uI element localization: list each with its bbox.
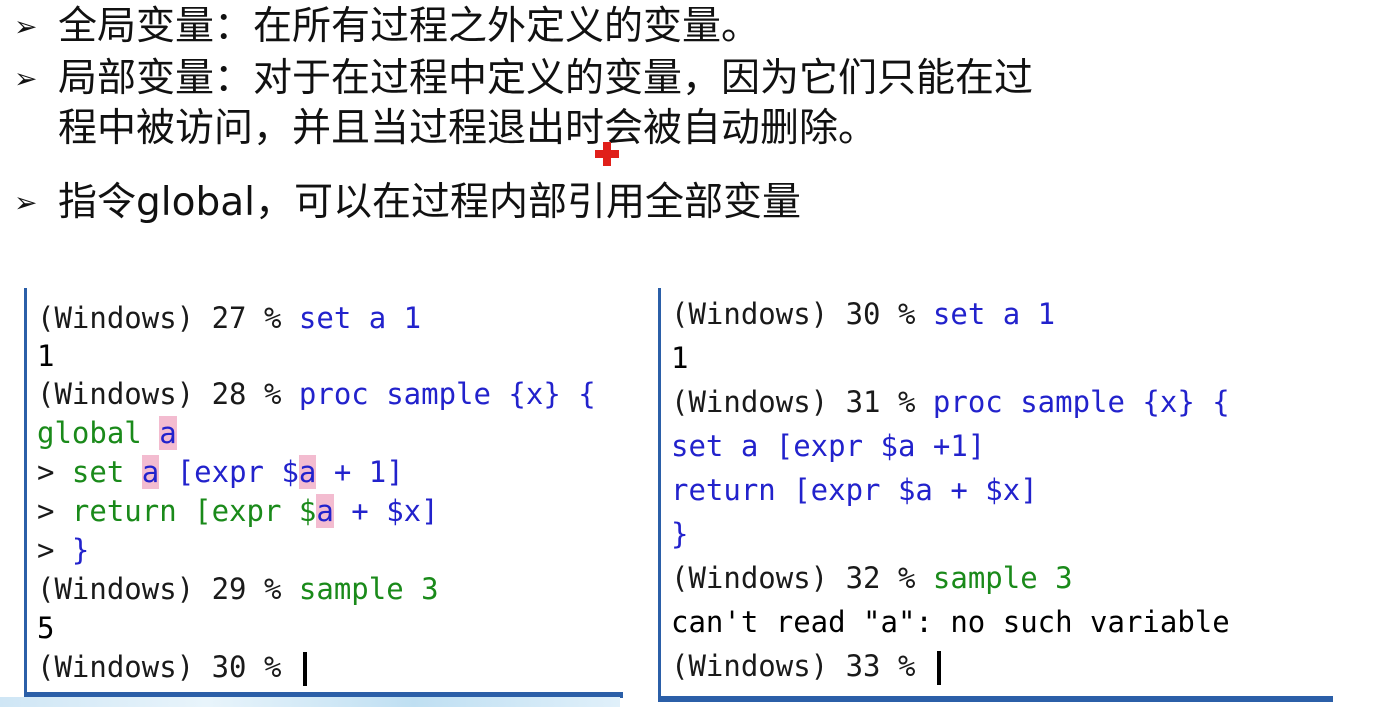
console-prompt: (Windows) 31 %	[671, 385, 933, 419]
console-prompt: (Windows) 29 %	[37, 572, 299, 606]
console-line: (Windows) 31 % proc sample {x} {	[671, 384, 1230, 420]
console-line: (Windows) 27 % set a 1	[37, 300, 421, 336]
console-keyword: return [expr $	[71, 494, 317, 528]
console-command: sample 3	[932, 561, 1073, 595]
console-prompt: (Windows) 30 %	[671, 297, 933, 331]
console-line: (Windows) 32 % sample 3	[671, 560, 1073, 596]
console-line: (Windows) 30 % set a 1	[671, 296, 1055, 332]
highlighted-variable: a	[141, 455, 160, 489]
console-line: global a	[37, 415, 177, 451]
console-line: }	[671, 516, 688, 552]
console-keyword: set	[71, 455, 142, 489]
console-prompt: (Windows) 28 %	[37, 377, 299, 411]
console-command: sample 3	[298, 572, 439, 606]
console-command: proc sample {x} {	[298, 377, 596, 411]
console-prompt: (Windows) 33 %	[671, 649, 933, 683]
console-command: }	[71, 533, 90, 567]
console-line: set a [expr $a +1]	[671, 428, 985, 464]
console-keyword: global	[37, 416, 160, 450]
console-continuation: >	[37, 533, 72, 567]
highlighted-variable: a	[159, 416, 177, 450]
highlighted-variable: a	[298, 455, 317, 489]
console-command: set a 1	[298, 301, 422, 335]
console-prompt: (Windows) 32 %	[671, 561, 933, 595]
bullet-text: 全局变量：在所有过程之外定义的变量。	[58, 4, 761, 49]
console-command: set a 1	[932, 297, 1056, 331]
console-command: }	[671, 517, 689, 551]
bullet-text: 局部变量：对于在过程中定义的变量，因为它们只能在过 程中被访问，并且当过程退出时会…	[58, 54, 1033, 154]
console-line: 5	[37, 610, 54, 646]
console-output: 1	[671, 341, 689, 375]
console-command: [expr $	[159, 455, 299, 489]
console-line: 1	[671, 340, 688, 376]
console-continuation: >	[37, 494, 72, 528]
console-output: 1	[37, 339, 55, 373]
console-line: > set a [expr $a + 1]	[37, 454, 404, 490]
console-prompt: (Windows) 27 %	[37, 301, 299, 335]
bullet-arrow-icon: ➢	[14, 10, 38, 43]
console-command: + $x]	[333, 494, 439, 528]
console-line: return [expr $a + $x]	[671, 472, 1038, 508]
pointer-cursor-icon	[595, 142, 619, 166]
console-continuation: >	[37, 455, 72, 489]
text-cursor	[302, 652, 307, 686]
highlighted-variable: a	[316, 494, 334, 528]
console-output: 5	[37, 611, 55, 645]
console-command: + 1]	[316, 455, 404, 489]
bullet-local-variable: ➢ 局部变量：对于在过程中定义的变量，因为它们只能在过 程中被访问，并且当过程退出时…	[14, 54, 1033, 154]
tcl-console-left[interactable]: (Windows) 27 % set a 1 1 (Windows) 28 % …	[24, 288, 623, 698]
bullet-global-command: ➢ 指令global，可以在过程内部引用全部变量	[14, 178, 801, 228]
console-command: return [expr $a + $x]	[671, 473, 1038, 507]
console-line: > }	[37, 532, 89, 568]
console-command: proc sample {x} {	[932, 385, 1230, 419]
bullet-text-line2: 程中被访问，并且当过程退出时会被自动删除。	[58, 106, 878, 151]
console-line: 1	[37, 338, 54, 374]
console-line: can't read "a": no such variable	[671, 604, 1230, 640]
bullet-arrow-icon: ➢	[14, 186, 38, 219]
bullet-text-line1: 局部变量：对于在过程中定义的变量，因为它们只能在过	[58, 56, 1034, 101]
text-cursor	[936, 651, 941, 685]
console-line: > return [expr $a + $x]	[37, 493, 439, 529]
bullet-global-variable: ➢ 全局变量：在所有过程之外定义的变量。	[14, 2, 760, 52]
tcl-console-right[interactable]: (Windows) 30 % set a 1 1 (Windows) 31 % …	[658, 288, 1333, 702]
console-line: (Windows) 28 % proc sample {x} {	[37, 376, 596, 412]
console-line: (Windows) 30 %	[37, 649, 307, 686]
bullet-text: 指令global，可以在过程内部引用全部变量	[58, 180, 801, 225]
console-line: (Windows) 29 % sample 3	[37, 571, 439, 607]
console-line: (Windows) 33 %	[671, 648, 941, 685]
console-command: set a [expr $a +1]	[671, 429, 986, 463]
console-prompt: (Windows) 30 %	[37, 650, 299, 684]
taskbar-strip	[0, 697, 620, 707]
bullet-arrow-icon: ➢	[14, 62, 38, 95]
console-error-output: can't read "a": no such variable	[671, 605, 1230, 639]
